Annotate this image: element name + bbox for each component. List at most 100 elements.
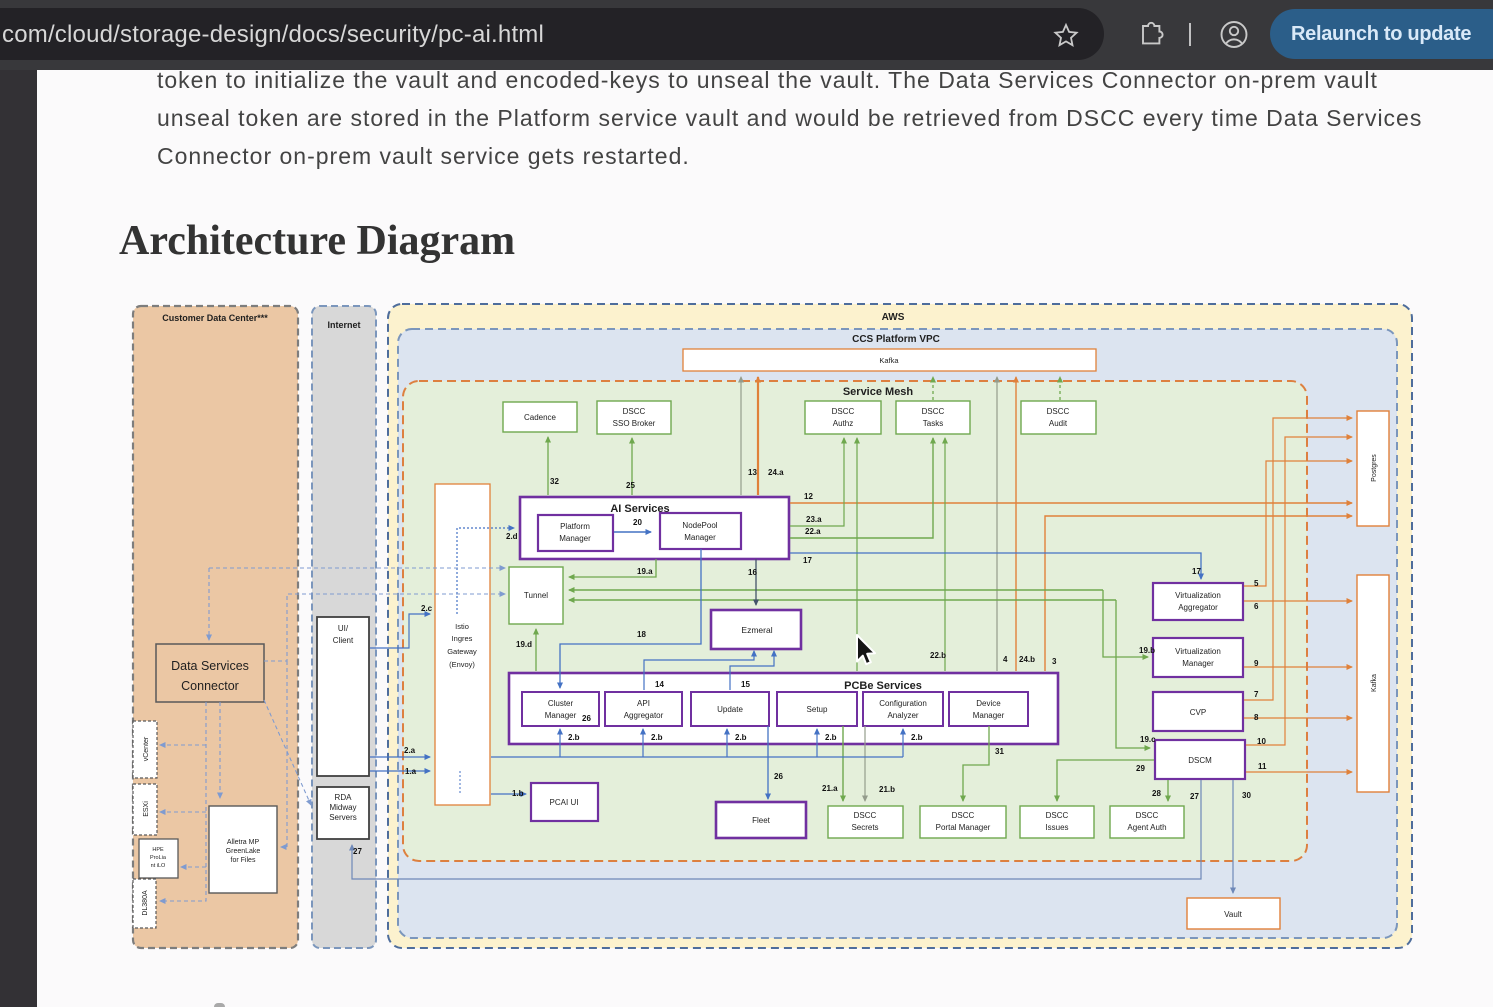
svg-text:Customer Data Center***: Customer Data Center***	[162, 313, 268, 323]
svg-text:22.b: 22.b	[930, 651, 946, 660]
svg-text:Analyzer: Analyzer	[887, 711, 918, 720]
svg-text:3: 3	[1052, 657, 1057, 666]
svg-text:Update: Update	[717, 705, 743, 714]
svg-text:Aggregator: Aggregator	[1178, 603, 1218, 612]
svg-text:26: 26	[582, 714, 591, 723]
svg-text:28: 28	[1152, 789, 1161, 798]
svg-text:2.b: 2.b	[651, 733, 663, 742]
svg-text:Issues: Issues	[1045, 823, 1068, 832]
svg-text:Manager: Manager	[559, 534, 591, 543]
svg-text:20: 20	[633, 518, 642, 527]
svg-text:UI/: UI/	[338, 624, 349, 633]
svg-text:Virtualization: Virtualization	[1175, 591, 1221, 600]
svg-text:26: 26	[774, 772, 783, 781]
svg-text:2.b: 2.b	[568, 733, 580, 742]
svg-text:27: 27	[353, 847, 362, 856]
svg-text:Tunnel: Tunnel	[524, 591, 548, 600]
svg-text:15: 15	[741, 680, 750, 689]
svg-text:NodePool: NodePool	[682, 521, 717, 530]
svg-text:CVP: CVP	[1190, 708, 1206, 717]
svg-text:29: 29	[1136, 764, 1145, 773]
svg-text:ESXi: ESXi	[143, 801, 150, 817]
svg-text:Device: Device	[976, 699, 1001, 708]
svg-text:21.b: 21.b	[879, 785, 895, 794]
svg-text:Ezmeral: Ezmeral	[741, 625, 772, 635]
svg-text:Manager: Manager	[1182, 659, 1214, 668]
svg-text:14: 14	[655, 680, 664, 689]
svg-text:nt iLO: nt iLO	[151, 863, 166, 869]
svg-text:9: 9	[1254, 659, 1259, 668]
svg-text:31: 31	[995, 747, 1004, 756]
svg-text:DSCC: DSCC	[854, 811, 877, 820]
svg-text:Vault: Vault	[1224, 910, 1242, 919]
svg-text:Kafka: Kafka	[879, 356, 899, 365]
svg-text:Cadence: Cadence	[524, 413, 557, 422]
svg-text:23.a: 23.a	[806, 515, 822, 524]
svg-text:19.d: 19.d	[516, 640, 532, 649]
svg-text:AWS: AWS	[882, 312, 905, 323]
svg-text:DSCM: DSCM	[1188, 756, 1212, 765]
svg-text:ProLia: ProLia	[150, 855, 167, 861]
svg-text:DL380A: DL380A	[142, 890, 149, 916]
svg-text:2.b: 2.b	[735, 733, 747, 742]
svg-text:DSCC: DSCC	[623, 407, 646, 416]
svg-text:Virtualization: Virtualization	[1175, 647, 1221, 656]
svg-text:Postgres: Postgres	[1371, 454, 1378, 482]
svg-text:16: 16	[748, 568, 757, 577]
svg-text:for Files: for Files	[231, 857, 256, 864]
svg-text:Cluster: Cluster	[548, 699, 574, 708]
svg-text:17: 17	[803, 556, 812, 565]
svg-text:7: 7	[1254, 690, 1259, 699]
svg-text:2.a: 2.a	[404, 746, 416, 755]
svg-text:DSCC: DSCC	[952, 811, 975, 820]
svg-text:19.a: 19.a	[637, 567, 653, 576]
svg-text:DSCC: DSCC	[1047, 407, 1070, 416]
svg-text:2.c: 2.c	[421, 604, 433, 613]
svg-text:8: 8	[1254, 713, 1259, 722]
svg-text:21.a: 21.a	[822, 784, 838, 793]
svg-text:2.b: 2.b	[911, 733, 923, 742]
svg-text:PCBe Services: PCBe Services	[844, 680, 922, 692]
svg-text:CCS Platform VPC: CCS Platform VPC	[852, 334, 940, 345]
svg-text:DSCC: DSCC	[1136, 811, 1159, 820]
svg-text:RDA: RDA	[335, 793, 353, 802]
svg-text:24.a: 24.a	[768, 468, 784, 477]
svg-text:24.b: 24.b	[1019, 655, 1035, 664]
svg-text:Manager: Manager	[684, 533, 716, 542]
svg-text:Data Services: Data Services	[171, 659, 249, 673]
svg-text:Fleet: Fleet	[752, 816, 771, 825]
svg-text:Agent Auth: Agent Auth	[1127, 823, 1166, 832]
svg-text:Manager: Manager	[545, 711, 577, 720]
svg-text:Portal Manager: Portal Manager	[936, 823, 991, 832]
svg-text:2.d: 2.d	[506, 532, 518, 541]
svg-text:Ingres: Ingres	[452, 634, 473, 643]
svg-text:Internet: Internet	[327, 320, 360, 330]
svg-text:19.c: 19.c	[1140, 735, 1156, 744]
svg-text:10: 10	[1257, 737, 1266, 746]
svg-text:Secrets: Secrets	[851, 823, 878, 832]
svg-text:vCenter: vCenter	[143, 736, 150, 761]
svg-text:Setup: Setup	[807, 705, 828, 714]
svg-text:(Envoy): (Envoy)	[449, 660, 475, 669]
svg-text:Client: Client	[333, 636, 354, 645]
svg-text:2.b: 2.b	[825, 733, 837, 742]
svg-text:DSCC: DSCC	[1046, 811, 1069, 820]
svg-text:API: API	[637, 699, 650, 708]
svg-text:11: 11	[1258, 762, 1267, 771]
svg-text:1.b: 1.b	[512, 789, 524, 798]
svg-text:30: 30	[1242, 791, 1251, 800]
svg-text:12: 12	[804, 492, 813, 501]
svg-text:19.b: 19.b	[1139, 646, 1155, 655]
svg-text:Platform: Platform	[560, 522, 590, 531]
svg-text:DSCC: DSCC	[922, 407, 945, 416]
svg-text:DSCC: DSCC	[832, 407, 855, 416]
svg-text:25: 25	[626, 481, 635, 490]
svg-text:1.a: 1.a	[405, 767, 417, 776]
svg-text:Configuration: Configuration	[879, 699, 927, 708]
svg-text:5: 5	[1254, 579, 1259, 588]
svg-text:Midway: Midway	[329, 803, 356, 812]
svg-text:4: 4	[1003, 655, 1008, 664]
svg-text:PCAI UI: PCAI UI	[550, 798, 579, 807]
svg-text:Service Mesh: Service Mesh	[843, 386, 914, 398]
svg-text:HPE: HPE	[152, 847, 164, 853]
